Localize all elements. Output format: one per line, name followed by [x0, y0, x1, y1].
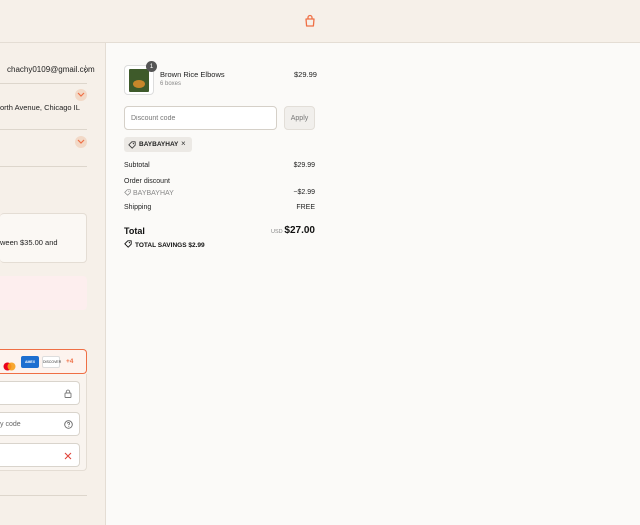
order-discount-value: −$2.99 — [293, 189, 315, 196]
notice-banner — [0, 276, 87, 310]
order-discount-label: Order discount — [124, 178, 170, 185]
subtotal-value: $29.99 — [293, 162, 315, 169]
divider — [0, 129, 87, 130]
applied-discount-code: BAYBAYHAY — [139, 141, 179, 148]
product-image — [129, 69, 149, 92]
chevron-down-icon[interactable] — [75, 136, 87, 148]
payment-method-credit-card[interactable]: AMEX DISCOVER +4 — [0, 349, 87, 374]
shopping-bag-icon[interactable] — [302, 13, 318, 29]
card-number-field[interactable] — [0, 381, 80, 405]
amex-icon: AMEX — [21, 356, 39, 368]
total-savings-label: TOTAL SAVINGS — [135, 242, 187, 249]
mastercard-icon — [3, 358, 16, 371]
product-price: $29.99 — [294, 70, 317, 79]
tag-icon — [128, 141, 136, 149]
error-x-icon — [64, 452, 72, 460]
shipping-method-note: ween $35.00 and — [0, 238, 58, 247]
account-menu-icon[interactable]: ⋮ — [81, 64, 90, 74]
shipping-value: FREE — [296, 204, 315, 211]
discount-code-input[interactable] — [124, 106, 277, 130]
applied-discount-chip: BAYBAYHAY × — [124, 137, 192, 152]
shipping-label: Shipping — [124, 204, 152, 211]
checkout-header — [0, 0, 640, 43]
product-name: Brown Rice Elbows — [160, 70, 225, 79]
order-discount-code-text: BAYBAYHAY — [133, 190, 174, 197]
currency-code: USD — [271, 229, 283, 235]
total-value: $27.00 — [284, 225, 315, 236]
total-savings-value: $2.99 — [188, 242, 205, 249]
discover-icon: DISCOVER — [42, 356, 61, 368]
name-on-card-field[interactable] — [0, 443, 80, 467]
help-icon[interactable] — [64, 420, 73, 429]
divider — [0, 166, 87, 167]
tag-icon — [124, 189, 131, 196]
shipping-method-box: ween $35.00 and — [0, 213, 87, 263]
checkout-form-column: chachy0109@gmail.com ⋮ orth Avenue, Chic… — [0, 43, 106, 525]
apply-discount-button[interactable]: Apply — [284, 106, 315, 130]
total-savings: TOTAL SAVINGS $2.99 — [124, 240, 205, 249]
order-summary: 1 Brown Rice Elbows 6 boxes $29.99 Apply… — [106, 43, 640, 525]
security-code-field[interactable]: y code — [0, 412, 80, 436]
total-label: Total — [124, 226, 145, 236]
subtotal-label: Subtotal — [124, 162, 150, 169]
quantity-badge: 1 — [146, 61, 157, 72]
ship-to-address: orth Avenue, Chicago IL — [0, 103, 80, 112]
product-variant: 6 boxes — [160, 81, 182, 87]
lock-icon — [64, 389, 72, 398]
card-details-panel: y code — [0, 374, 87, 471]
tag-icon — [124, 240, 132, 248]
order-discount-code: BAYBAYHAY — [124, 189, 174, 197]
security-code-placeholder: y code — [0, 421, 21, 428]
more-cards-count: +4 — [66, 358, 74, 365]
divider — [0, 83, 87, 84]
divider — [0, 495, 87, 496]
chevron-down-icon[interactable] — [75, 89, 87, 101]
remove-discount-icon[interactable]: × — [181, 139, 186, 149]
